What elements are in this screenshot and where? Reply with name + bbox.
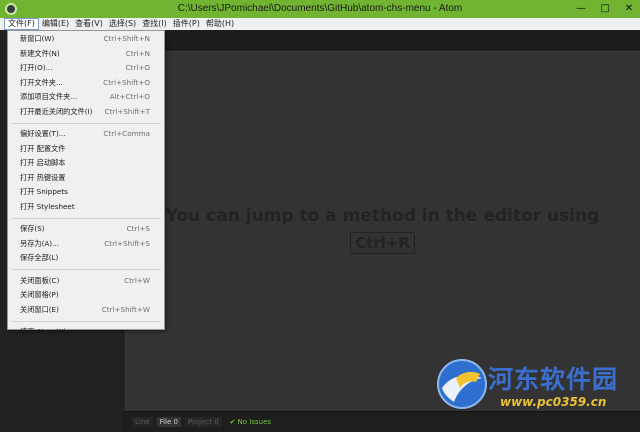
menu-item-preferences[interactable]: 偏好设置(T)... Ctrl+Comma [8, 127, 164, 142]
maximize-button[interactable]: □ [598, 2, 612, 16]
menu-view[interactable]: 查看(V) [72, 18, 106, 30]
menu-item-label: 关闭窗口(E) [20, 304, 59, 314]
status-project-label: Project [188, 418, 212, 426]
menu-item-label: 打开 配置文件 [20, 143, 66, 153]
status-file-tab[interactable]: File 0 [156, 417, 182, 427]
menu-item-shortcut: Ctrl+O [125, 63, 150, 72]
menu-item-new-window[interactable]: 新窗口(W) Ctrl+Shift+N [8, 32, 164, 47]
menu-find[interactable]: 查找(I) [139, 18, 170, 30]
watermark-title: 河东软件园 [488, 365, 619, 394]
menu-item-shortcut: Ctrl+Shift+N [103, 34, 150, 43]
menu-item-label: 保存全部(L) [20, 253, 59, 262]
status-file-label: File [159, 418, 172, 426]
menu-item-label: 添加项目文件夹... [20, 92, 78, 101]
status-bar: Line File 0 Project 0 ✔ No Issues [124, 411, 640, 432]
watermark-logo [437, 359, 487, 409]
menu-item-open-init-script[interactable]: 打开 启动脚本 [8, 156, 164, 171]
welcome-message: You can jump to a method in the editor u… [125, 206, 640, 254]
status-file-count: 0 [173, 418, 179, 426]
keybinding-badge: Ctrl+R [350, 232, 415, 254]
menu-item-label: 打开(O)... [20, 63, 53, 72]
status-line-tab[interactable]: Line [132, 417, 153, 427]
editor-pane[interactable]: You can jump to a method in the editor u… [125, 51, 640, 411]
status-project-count: 0 [214, 418, 219, 426]
menu-item-save-all[interactable]: 保存全部(L) [8, 251, 164, 266]
menu-item-label: 打开 Stylesheet [20, 201, 75, 211]
check-icon: ✔ [229, 418, 236, 426]
menu-item-shortcut: Ctrl+Shift+O [103, 77, 150, 87]
menu-item-open-config[interactable]: 打开 配置文件 [8, 142, 164, 157]
menu-item-new-file[interactable]: 新建文件(N) Ctrl+N [8, 47, 164, 62]
menu-separator [11, 217, 161, 219]
linter-status[interactable]: ✔ No Issues [230, 418, 271, 426]
menu-item-shortcut: Ctrl+W [124, 275, 150, 285]
menu-item-label: 新窗口(W) [20, 34, 55, 43]
menu-item-shortcut: Ctrl+S [126, 224, 150, 233]
menu-item-open-stylesheet[interactable]: 打开 Stylesheet [8, 200, 164, 215]
tab-bar[interactable] [124, 30, 640, 50]
menu-item-label: 结束 Atom(X) [20, 327, 67, 336]
menu-item-quit[interactable]: 结束 Atom(X) [8, 325, 164, 340]
menu-item-shortcut: Ctrl+Comma [103, 129, 150, 138]
menu-item-save-as[interactable]: 另存为(A)... Ctrl+Shift+S [8, 237, 164, 252]
menu-bar: 文件(F) 编辑(E) 查看(V) 选择(S) 查找(I) 插件(P) 帮助(H… [0, 18, 640, 30]
menu-item-save[interactable]: 保存(S) Ctrl+S [8, 222, 164, 237]
menu-separator [11, 122, 161, 124]
menu-item-label: 打开最近关闭的文件(I) [20, 106, 93, 116]
menu-item-label: 偏好设置(T)... [20, 129, 66, 138]
menu-item-close-tab[interactable]: 关闭面板(C) Ctrl+W [8, 274, 164, 289]
menu-item-close-pane[interactable]: 关闭窗格(P) [8, 288, 164, 303]
menu-edit[interactable]: 编辑(E) [39, 18, 72, 30]
menu-item-close-window[interactable]: 关闭窗口(E) Ctrl+Shift+W [8, 303, 164, 318]
menu-item-shortcut: Ctrl+Shift+W [101, 304, 150, 314]
menu-item-label: 关闭面板(C) [20, 275, 60, 285]
linter-status-text: No Issues [237, 418, 272, 426]
menu-item-label: 打开 热键设置 [20, 172, 66, 182]
status-project-tab[interactable]: Project 0 [185, 417, 222, 427]
menu-help[interactable]: 帮助(H) [203, 18, 237, 30]
menu-item-shortcut: Ctrl+Shift+S [104, 238, 150, 248]
menu-item-label: 新建文件(N) [20, 48, 60, 58]
title-bar: C:\Users\JPomichael\Documents\GitHub\ato… [0, 0, 640, 18]
window-title: C:\Users\JPomichael\Documents\GitHub\ato… [177, 3, 463, 14]
menu-item-shortcut: Ctrl+Shift+T [104, 106, 150, 116]
menu-separator [11, 269, 161, 270]
menu-item-open-keymap[interactable]: 打开 热键设置 [8, 171, 164, 186]
menu-item-label: 关闭窗格(P) [20, 290, 59, 299]
menu-item-label: 保存(S) [20, 224, 45, 233]
watermark-url: www.pc0359.cn [500, 395, 607, 409]
menu-selection[interactable]: 选择(S) [106, 18, 139, 30]
menu-item-label: 打开文件夹... [20, 77, 63, 87]
minimize-button[interactable]: — [574, 2, 588, 16]
window-controls: — □ ✕ [574, 0, 636, 18]
close-button[interactable]: ✕ [622, 2, 636, 16]
menu-file[interactable]: 文件(F) [4, 18, 39, 30]
menu-item-shortcut: Alt+Ctrl+O [109, 92, 150, 101]
file-menu-dropdown: 新窗口(W) Ctrl+Shift+N 新建文件(N) Ctrl+N 打开(O)..… [7, 30, 165, 336]
menu-item-reopen-closed[interactable]: 打开最近关闭的文件(I) Ctrl+Shift+T [8, 105, 164, 120]
menu-item-open-folder[interactable]: 打开文件夹... Ctrl+Shift+O [8, 76, 164, 91]
menu-packages[interactable]: 插件(P) [170, 18, 203, 30]
menu-item-open[interactable]: 打开(O)... Ctrl+O [8, 61, 164, 76]
menu-item-label: 打开 Snippets [20, 187, 68, 196]
menu-item-label: 打开 启动脚本 [20, 158, 66, 167]
watermark: 河东软件园 www.pc0359.cn [436, 358, 636, 414]
menu-item-open-snippets[interactable]: 打开 Snippets [8, 185, 164, 200]
menu-item-label: 另存为(A)... [20, 238, 59, 248]
welcome-text: You can jump to a method in the editor u… [165, 206, 600, 226]
menu-item-shortcut: Ctrl+N [125, 48, 150, 58]
menu-item-add-project-folder[interactable]: 添加项目文件夹... Alt+Ctrl+O [8, 90, 164, 105]
menu-separator [11, 320, 161, 322]
